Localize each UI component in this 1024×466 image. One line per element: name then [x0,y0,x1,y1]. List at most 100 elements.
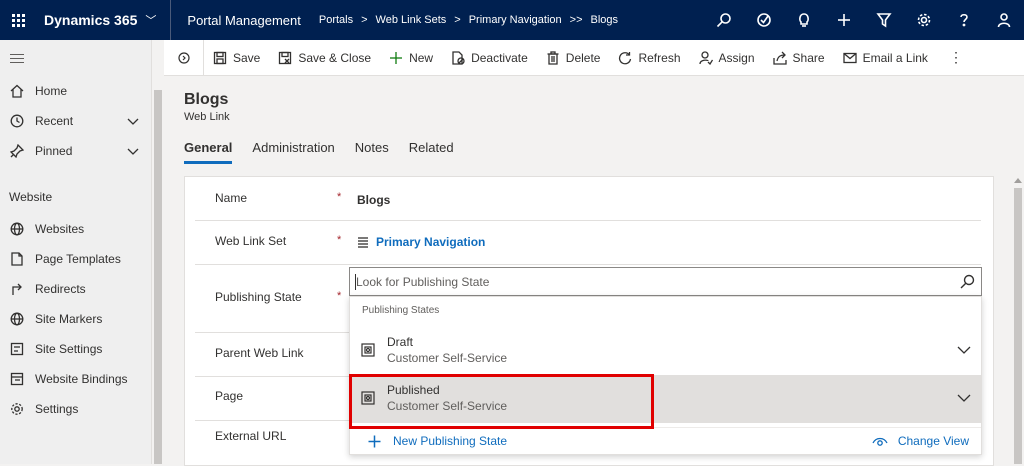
breadcrumb-item[interactable]: Primary Navigation [469,14,562,26]
area-name[interactable]: Portal Management [187,13,300,28]
field-label-name: Name [215,191,248,205]
field-label-external-url: External URL [215,429,287,443]
chevron-down-icon[interactable] [957,391,971,408]
lookup-result-draft[interactable]: Draft Customer Self-Service [350,327,981,375]
hamburger-icon [10,51,24,66]
gear-icon[interactable] [904,0,944,40]
app-launcher-button[interactable] [0,0,36,40]
nav-item-redirects[interactable]: Redirects [0,274,151,304]
breadcrumb-item[interactable]: Web Link Sets [376,14,447,26]
deactivate-icon [452,50,465,65]
tab-administration[interactable]: Administration [252,140,334,164]
save-label: Save [233,50,261,65]
form-tabs: General Administration Notes Related [184,140,474,164]
collapse-nav-button[interactable] [0,40,151,76]
new-publishing-state-button[interactable]: New Publishing State [368,434,507,448]
assistant-icon[interactable] [744,0,784,40]
lookup-section-header: Publishing States [362,305,440,316]
filter-icon[interactable] [864,0,904,40]
chevron-down-icon[interactable] [127,115,139,130]
save-button[interactable]: Save [204,40,269,76]
field-label-web-link-set: Web Link Set [215,234,287,248]
double-chevron-right-icon[interactable]: >> [570,14,583,26]
chevron-down-icon[interactable] [127,145,139,160]
nav-item-websites[interactable]: Websites [0,214,151,244]
new-publishing-state-label: New Publishing State [393,434,508,448]
lookup-placeholder: Look for Publishing State [356,275,490,289]
web-link-set-value[interactable]: Primary Navigation [376,235,485,249]
scroll-up-icon[interactable] [1014,178,1022,183]
chevron-down-icon[interactable]: ﹀ [145,12,156,28]
deactivate-label: Deactivate [471,50,528,65]
save-close-label: Save & Close [298,50,372,65]
plus-icon[interactable] [824,0,864,40]
scrollbar-thumb[interactable] [154,90,162,464]
change-view-button[interactable]: Change View [872,434,969,448]
entity-record-icon [361,343,375,357]
delete-button[interactable]: Delete [537,40,610,76]
tab-related[interactable]: Related [409,140,454,164]
waffle-icon [11,13,25,27]
nav-item-label: Pinned [35,144,73,158]
nav-item-label: Page Templates [35,252,121,266]
breadcrumb-item[interactable]: Portals [319,14,353,26]
nav-item-page-templates[interactable]: Page Templates [0,244,151,274]
record-info-button[interactable] [164,39,204,76]
gear-icon [9,401,25,417]
chevron-down-icon[interactable] [957,343,971,360]
top-navigation-bar: Dynamics 365 ﹀ Portal Management Portals… [0,0,1024,40]
breadcrumb-item[interactable]: Blogs [591,14,619,26]
share-icon [772,51,787,65]
site-map-navigation: Home Recent Pinned Website Websites Page… [0,40,152,464]
chevron-right-icon: > [454,14,461,26]
email-link-button[interactable]: Email a Link [834,40,937,76]
plus-icon [390,51,403,64]
pin-icon [9,143,25,159]
nav-item-home[interactable]: Home [0,76,151,106]
user-icon[interactable] [984,0,1024,40]
globe-icon [9,221,25,237]
nav-scrollbar[interactable] [152,76,164,464]
assign-button[interactable]: Assign [690,40,764,76]
nav-item-settings[interactable]: Settings [0,394,151,424]
more-commands-button[interactable]: ⋮ [937,40,975,76]
lightbulb-icon[interactable] [784,0,824,40]
refresh-button[interactable]: Refresh [609,40,689,76]
field-row-name: Name * Blogs [195,177,981,221]
nav-item-pinned[interactable]: Pinned [0,136,151,166]
deactivate-button[interactable]: Deactivate [442,40,537,76]
divider [170,0,172,40]
nav-item-site-settings[interactable]: Site Settings [0,334,151,364]
lookup-result-name: Draft [387,335,414,349]
web-link-set-lookup[interactable]: Primary Navigation [357,235,485,249]
command-bar: Save Save & Close New Deactivate Delete … [164,39,1024,76]
scrollbar-thumb[interactable] [1014,188,1022,464]
redirect-icon [9,281,25,297]
nav-item-site-markers[interactable]: Site Markers [0,304,151,334]
app-name[interactable]: Dynamics 365 [44,12,137,28]
search-icon[interactable] [959,274,975,293]
nav-item-website-bindings[interactable]: Website Bindings [0,364,151,394]
tab-general[interactable]: General [184,140,233,164]
new-button[interactable]: New [380,40,442,76]
highlight-box [349,374,654,429]
nav-item-label: Website Bindings [35,372,128,386]
form-scrollbar[interactable] [1012,176,1024,464]
assign-label: Assign [718,50,755,65]
settings-list-icon [9,341,25,357]
save-close-icon [279,51,292,64]
required-marker: * [337,234,342,246]
nav-item-recent[interactable]: Recent [0,106,151,136]
publishing-state-lookup-input[interactable]: Look for Publishing State [349,267,982,296]
search-icon[interactable] [704,0,744,40]
chevron-right-icon: > [361,14,368,26]
eye-icon [872,437,888,446]
help-icon[interactable] [944,0,984,40]
save-close-button[interactable]: Save & Close [269,40,380,76]
email-link-icon [842,52,857,63]
binding-icon [9,371,25,387]
nav-group-label: Website [9,190,53,204]
share-button[interactable]: Share [764,40,834,76]
name-field[interactable]: Blogs [357,193,390,207]
tab-notes[interactable]: Notes [355,140,389,164]
